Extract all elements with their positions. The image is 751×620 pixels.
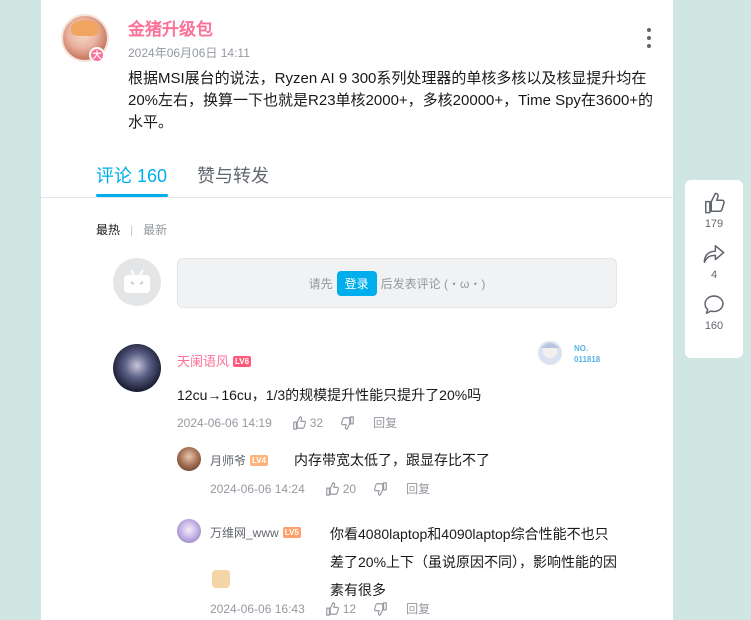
tab-divider <box>41 197 673 198</box>
reply-time: 2024-06-06 16:43 <box>210 601 305 616</box>
side-action-bar: 179 4 160 <box>685 180 743 358</box>
post-time: 2024年06月06日 14:11 <box>128 46 250 60</box>
more-options-icon[interactable] <box>646 28 652 48</box>
reply-button[interactable]: 回复 <box>373 414 397 431</box>
nameplate-no: NO. <box>574 344 588 353</box>
dislike-button[interactable] <box>374 601 388 616</box>
commenter-name[interactable]: 天阑语风 LV6 <box>177 351 252 370</box>
comment-bubble-icon <box>704 295 724 315</box>
side-like-button[interactable]: 179 <box>703 192 725 230</box>
commenter-avatar[interactable] <box>113 344 161 392</box>
thumb-up-icon <box>292 415 306 430</box>
tab-bar: 评论 160 赞与转发 <box>96 162 269 188</box>
reply-user-name[interactable]: 月师爷 LV4 <box>210 452 269 469</box>
tab-likes-shares[interactable]: 赞与转发 <box>197 162 269 188</box>
fan-nameplate: NO. 011818 <box>538 341 601 365</box>
like-button[interactable]: 32 <box>292 416 323 430</box>
login-button[interactable]: 登录 <box>336 270 377 296</box>
reply-text: 内存带宽太低了，跟显存比不了 <box>294 452 490 468</box>
level-badge: LV6 <box>233 356 252 367</box>
tab-comments[interactable]: 评论 160 <box>96 162 167 188</box>
verified-badge: 大 <box>89 47 105 63</box>
side-comment-button[interactable]: 160 <box>703 294 725 332</box>
reply-avatar[interactable] <box>177 519 201 543</box>
reply-meta: 2024-06-06 14:24 20 回复 <box>210 480 430 497</box>
reply-user-name[interactable]: 万维网_www LV5 <box>210 524 301 541</box>
dislike-button[interactable] <box>341 415 355 430</box>
like-count: 20 <box>342 481 357 496</box>
thumb-down-icon <box>341 415 354 430</box>
sort-hot[interactable]: 最热 <box>96 221 120 238</box>
side-share-button[interactable]: 4 <box>703 243 725 281</box>
author-name[interactable]: 金猪升级包 <box>128 15 213 40</box>
thumb-down-icon <box>374 601 387 616</box>
post-content: 根据MSI展台的说法，Ryzen AI 9 300系列处理器的单核多核以及核显提… <box>128 70 654 131</box>
side-like-count: 179 <box>704 218 724 230</box>
reply-text: 你看4080laptop和4090laptop综合性能不也只差了20%上下（虽说… <box>330 526 618 598</box>
sort-new[interactable]: 最新 <box>143 221 167 238</box>
comment-meta: 2024-06-06 14:19 32 回复 <box>177 414 397 431</box>
comment-time: 2024-06-06 14:19 <box>177 415 272 430</box>
level-badge: LV4 <box>250 455 269 466</box>
like-button[interactable]: 12 <box>325 602 356 616</box>
thumb-up-icon <box>325 481 339 496</box>
like-count: 12 <box>342 601 357 616</box>
anonymous-avatar-icon <box>113 258 161 306</box>
emoji-sticker-icon <box>212 570 230 588</box>
reply-meta: 2024-06-06 16:43 12 回复 <box>210 600 430 617</box>
comment-text: 12cu→16cu，1/3的规模提升性能只提升了20%吗 <box>177 387 482 403</box>
reply-button[interactable]: 回复 <box>406 480 430 497</box>
level-badge: LV5 <box>282 527 301 538</box>
side-comment-count: 160 <box>704 320 724 332</box>
side-share-count: 4 <box>710 269 718 281</box>
thumb-up-icon <box>704 192 725 214</box>
like-button[interactable]: 20 <box>325 482 356 496</box>
sort-separator: | <box>130 222 134 237</box>
comment-login-box[interactable]: 请先 登录 后发表评论 (・ω・) <box>177 258 617 308</box>
dislike-button[interactable] <box>374 481 388 496</box>
thumb-up-icon <box>325 601 339 616</box>
reply-avatar[interactable] <box>177 447 201 471</box>
share-icon <box>703 244 725 264</box>
thumb-down-icon <box>374 481 387 496</box>
nameplate-number: 011818 <box>574 355 601 364</box>
like-count: 32 <box>309 415 324 430</box>
reply-time: 2024-06-06 14:24 <box>210 481 305 496</box>
sort-options: 最热 | 最新 <box>96 221 167 238</box>
reply-button[interactable]: 回复 <box>406 600 430 617</box>
